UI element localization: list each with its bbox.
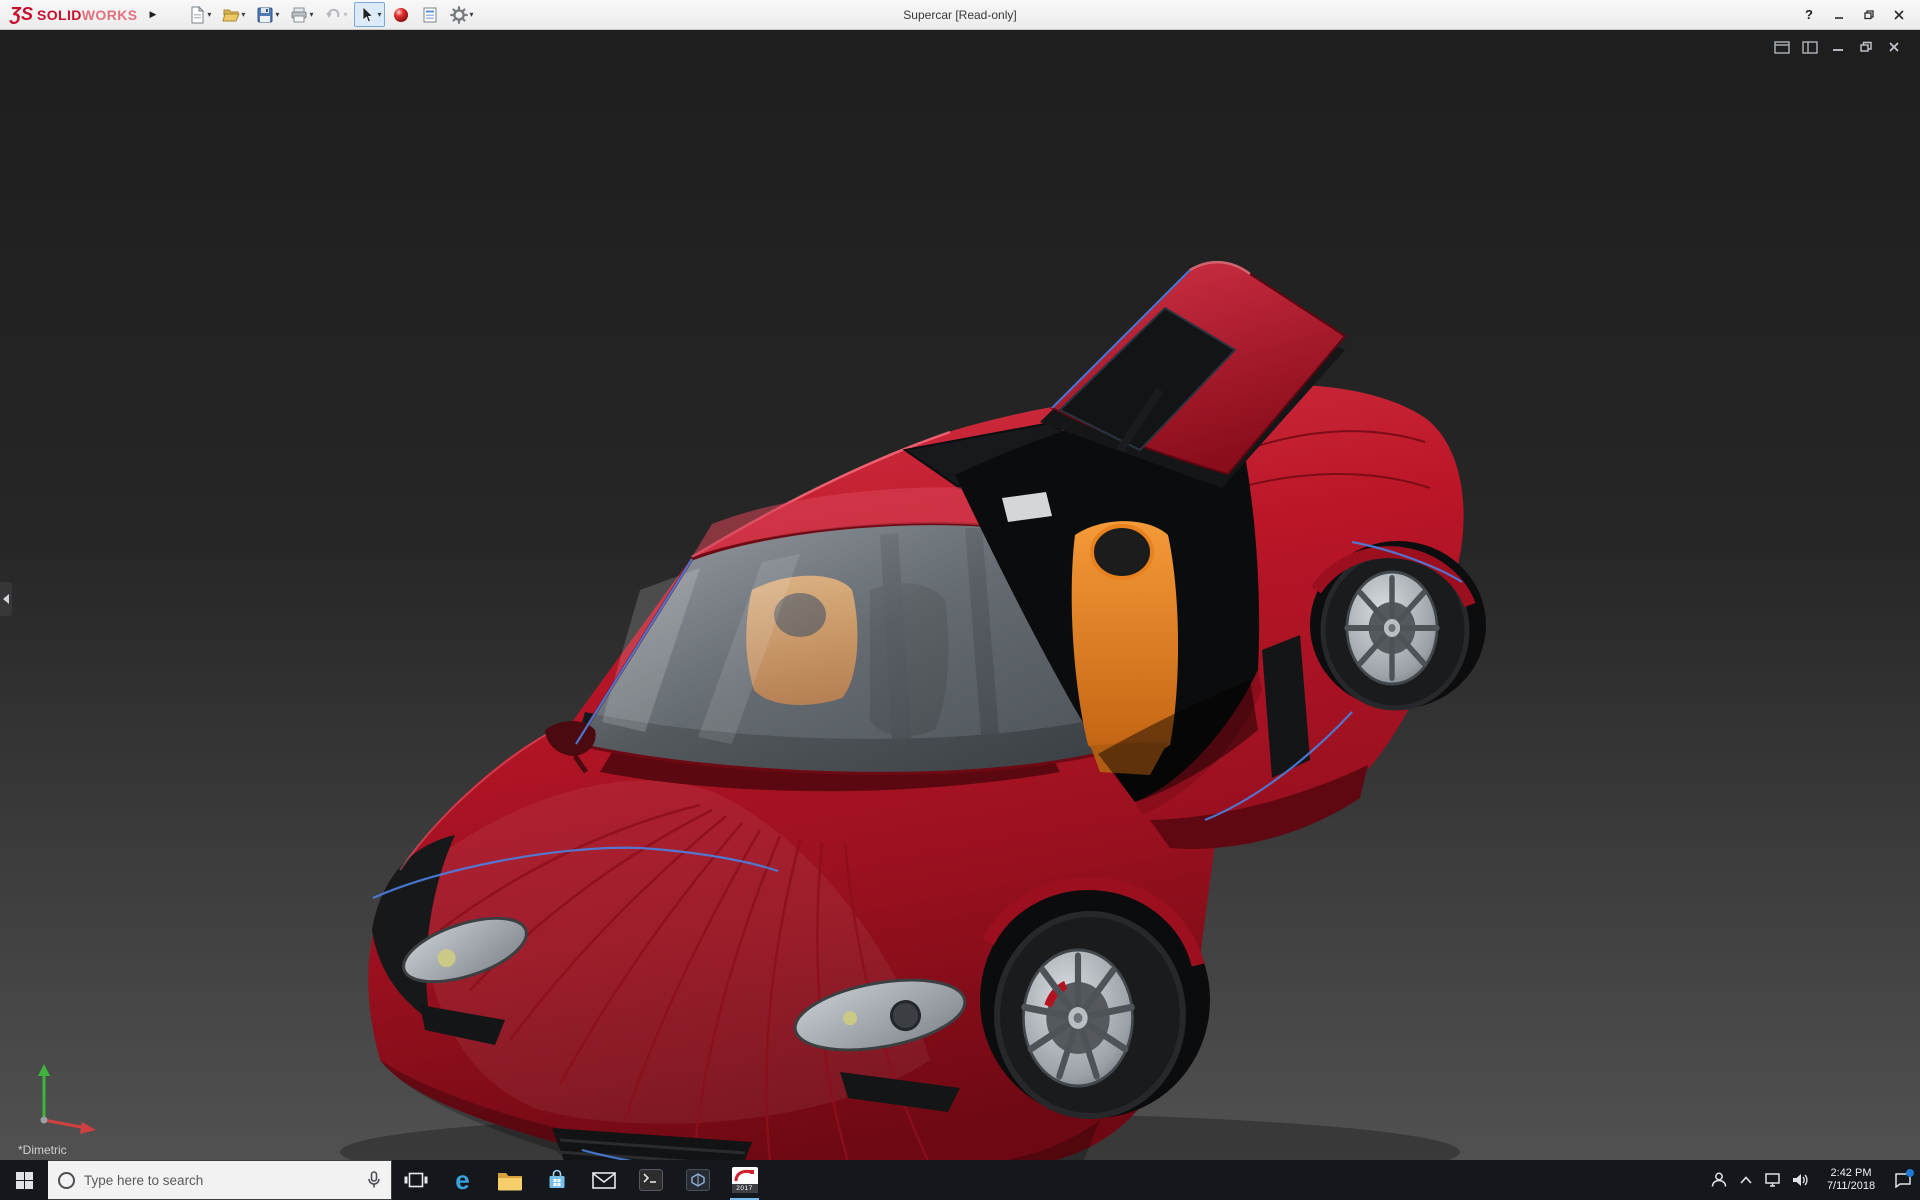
- triad-x-axis: [80, 1122, 96, 1134]
- options-button[interactable]: ▾: [446, 2, 477, 27]
- chevron-left-icon: [3, 594, 9, 604]
- gear-icon: [450, 6, 468, 24]
- file-explorer-button[interactable]: [486, 1160, 533, 1200]
- select-tool-button[interactable]: ▾: [354, 2, 385, 27]
- feature-panel-collapse-tab[interactable]: [0, 582, 12, 616]
- chevron-up-icon: [1739, 1175, 1753, 1185]
- cortana-icon[interactable]: [58, 1172, 75, 1189]
- taskbar-search[interactable]: [48, 1160, 392, 1200]
- dropdown-caret: ▾: [469, 11, 473, 19]
- close-icon: [1893, 9, 1905, 21]
- doc-window-icon-a[interactable]: [1772, 39, 1792, 55]
- undo-button[interactable]: ▾: [320, 2, 351, 27]
- solidworks-app-icon: 2017: [732, 1167, 758, 1193]
- store-bag-icon: [546, 1169, 568, 1191]
- cube-app-icon: [686, 1169, 710, 1191]
- print-button[interactable]: ▾: [286, 2, 317, 27]
- open-folder-icon: [222, 6, 240, 24]
- windows-logo-icon: [16, 1172, 33, 1189]
- file-explorer-icon: [497, 1170, 523, 1191]
- task-view-button[interactable]: [392, 1160, 439, 1200]
- volume-button[interactable]: [1786, 1160, 1813, 1200]
- open-button[interactable]: ▾: [218, 2, 249, 27]
- doc-restore-button[interactable]: [1856, 39, 1876, 55]
- supercar-model[interactable]: [0, 30, 1920, 1160]
- orientation-triad[interactable]: [20, 1058, 115, 1138]
- restore-button[interactable]: [1854, 2, 1884, 28]
- dark-app-button[interactable]: [674, 1160, 721, 1200]
- mail-envelope-icon: [592, 1172, 616, 1189]
- document-window-controls: [1772, 39, 1904, 55]
- red-sphere-icon: [392, 6, 410, 24]
- headrest: [1092, 526, 1152, 578]
- doc-window-icon-b[interactable]: [1800, 39, 1820, 55]
- taskbar-clock[interactable]: 2:42 PM 7/11/2018: [1813, 1167, 1889, 1193]
- dropdown-caret: ▾: [309, 11, 313, 19]
- save-floppy-icon: [256, 6, 274, 24]
- mail-button[interactable]: [580, 1160, 627, 1200]
- graphics-viewport[interactable]: *Dimetric: [0, 30, 1920, 1160]
- notification-badge: [1906, 1169, 1914, 1177]
- action-center-button[interactable]: [1889, 1160, 1916, 1200]
- minimize-button[interactable]: [1824, 2, 1854, 28]
- view-orientation-label: *Dimetric: [18, 1143, 67, 1157]
- logo-solid-text: SOLID: [37, 7, 82, 23]
- file-properties-button[interactable]: [417, 2, 443, 27]
- hidden-icons-button[interactable]: [1732, 1160, 1759, 1200]
- new-document-button[interactable]: ▾: [184, 2, 215, 27]
- ds-logo-glyph: ƷS: [10, 4, 33, 25]
- network-icon: [1764, 1172, 1782, 1188]
- edge-icon: e: [455, 1167, 469, 1193]
- triad-y-axis: [38, 1064, 50, 1076]
- search-input[interactable]: [84, 1173, 358, 1188]
- dropdown-caret: ▾: [207, 11, 211, 19]
- dropdown-caret: ▾: [275, 11, 279, 19]
- quick-access-toolbar: ▾ ▾ ▾: [184, 2, 477, 27]
- window-controls: ?: [1794, 2, 1920, 28]
- microphone-icon[interactable]: [367, 1171, 381, 1189]
- window-title: Supercar [Read-only]: [903, 0, 1016, 30]
- dropdown-caret: ▾: [241, 11, 245, 19]
- rear-wheel[interactable]: [1310, 541, 1486, 709]
- clock-date: 7/11/2018: [1815, 1180, 1887, 1193]
- terminal-button[interactable]: [627, 1160, 674, 1200]
- desktop-screen: ƷS SOLID WORKS ▶ ▾ ▾: [0, 0, 1920, 1200]
- people-button[interactable]: [1705, 1160, 1732, 1200]
- task-view-icon: [404, 1170, 428, 1190]
- people-icon: [1710, 1171, 1728, 1189]
- store-button[interactable]: [533, 1160, 580, 1200]
- restore-icon: [1863, 9, 1875, 21]
- terminal-icon: [639, 1169, 663, 1191]
- select-cursor-icon: [358, 6, 376, 24]
- save-button[interactable]: ▾: [252, 2, 283, 27]
- start-button[interactable]: [0, 1160, 48, 1200]
- doc-close-button[interactable]: [1884, 39, 1904, 55]
- undo-icon: [324, 6, 342, 24]
- solidworks-version-badge: 2017: [732, 1184, 758, 1193]
- logo-works-text: WORKS: [82, 7, 138, 23]
- taskbar: e: [0, 1160, 1920, 1200]
- network-button[interactable]: [1759, 1160, 1786, 1200]
- solidworks-app-button[interactable]: 2017: [721, 1160, 768, 1200]
- menu-expand-arrow[interactable]: ▶: [149, 9, 156, 20]
- close-button[interactable]: [1884, 2, 1914, 28]
- dropdown-caret: ▾: [377, 11, 381, 19]
- file-properties-icon: [421, 6, 439, 24]
- dropdown-caret: ▾: [343, 11, 347, 19]
- doc-minimize-button[interactable]: [1828, 39, 1848, 55]
- titlebar: ƷS SOLID WORKS ▶ ▾ ▾: [0, 0, 1920, 30]
- appearance-button[interactable]: [388, 2, 414, 27]
- system-tray: 2:42 PM 7/11/2018: [1705, 1160, 1920, 1200]
- new-document-icon: [188, 6, 206, 24]
- volume-icon: [1791, 1172, 1809, 1188]
- minimize-icon: [1833, 9, 1845, 21]
- front-wheel[interactable]: [980, 882, 1210, 1118]
- edge-browser-button[interactable]: e: [439, 1160, 486, 1200]
- solidworks-logo: ƷS SOLID WORKS: [0, 4, 137, 25]
- print-icon: [290, 6, 308, 24]
- clock-time: 2:42 PM: [1815, 1167, 1887, 1180]
- help-button[interactable]: ?: [1794, 2, 1824, 28]
